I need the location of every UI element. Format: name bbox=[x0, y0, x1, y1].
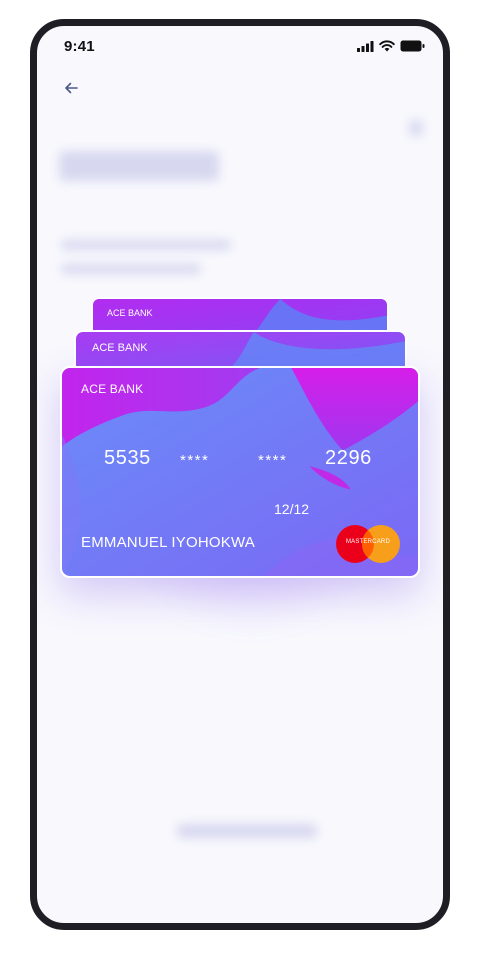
blurred-title bbox=[59, 151, 219, 181]
bank-name: ACE BANK bbox=[92, 342, 148, 354]
blurred-subtitle-line-1 bbox=[61, 240, 231, 250]
card-number-group-3: **** bbox=[258, 452, 288, 469]
card-front[interactable]: ACE BANK 5535 **** **** 2296 12/12 EMMAN… bbox=[60, 366, 420, 578]
mastercard-logo: MASTERCARD bbox=[335, 524, 401, 564]
arrow-left-icon[interactable] bbox=[61, 78, 81, 98]
status-bar: 9:41 bbox=[37, 26, 443, 70]
wifi-icon bbox=[379, 40, 395, 52]
card-expiry: 12/12 bbox=[274, 501, 310, 517]
card-number-group-1: 5535 bbox=[104, 447, 151, 469]
card-number-group-4: 2296 bbox=[325, 447, 372, 469]
blurred-subtitle-line-2 bbox=[61, 264, 201, 274]
card-holder-name: EMMANUEL IYOHOKWA bbox=[81, 534, 255, 551]
card-network-label: MASTERCARD bbox=[345, 539, 390, 545]
blurred-footer-button bbox=[177, 824, 317, 838]
card-number-group-2: **** bbox=[180, 452, 210, 469]
status-icons bbox=[357, 40, 425, 52]
battery-icon bbox=[400, 40, 425, 52]
bank-name: ACE BANK bbox=[81, 382, 144, 396]
status-time: 9:41 bbox=[64, 38, 95, 55]
bank-name: ACE BANK bbox=[107, 308, 153, 318]
signal-icon bbox=[357, 40, 374, 52]
phone-frame: 9:41 ACE BANK ACE BANK ACE BANK 5535 ***… bbox=[30, 19, 450, 930]
blurred-menu-icon bbox=[409, 120, 423, 136]
